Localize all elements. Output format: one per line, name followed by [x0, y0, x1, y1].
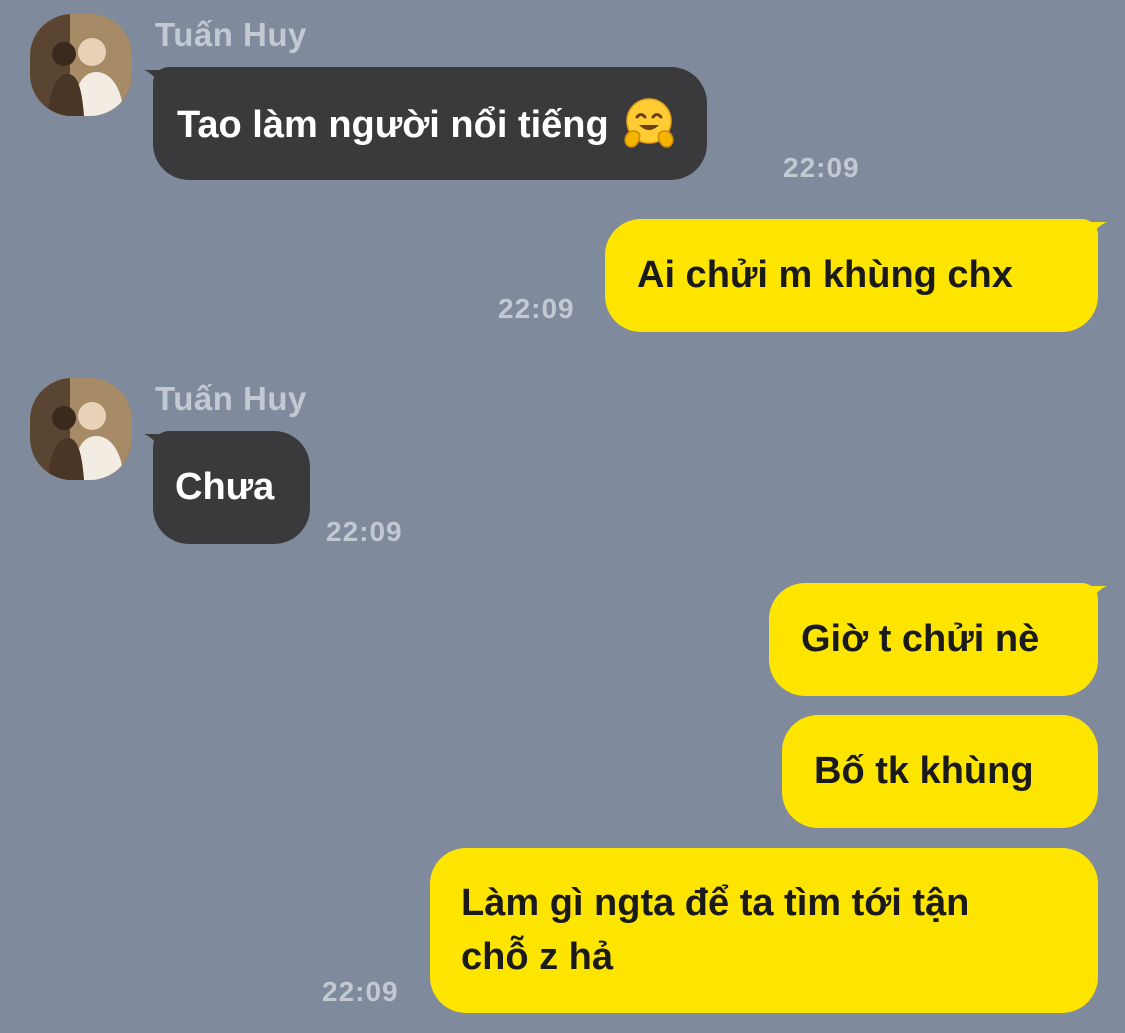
message-bubble-outgoing[interactable]: Giờ t chửi nè [769, 583, 1098, 696]
message-timestamp: 22:09 [322, 976, 399, 1007]
message-bubble-outgoing[interactable]: Ai chửi m khùng chx [605, 219, 1098, 332]
message-timestamp: 22:09 [498, 293, 575, 324]
sender-name: Tuấn Huy [155, 380, 307, 417]
message-bubble-incoming[interactable]: Chưa [153, 431, 310, 544]
message-timestamp: 22:09 [326, 516, 403, 547]
hugging-face-emoji-icon [623, 98, 674, 148]
bubble-tail [1085, 586, 1107, 608]
message-bubble-incoming[interactable]: Tao làm người nổi tiếng [153, 67, 707, 180]
avatar-photo-icon [30, 378, 132, 480]
bubble-tail [1085, 222, 1107, 244]
message-text: Tao làm người nổi tiếng [177, 104, 609, 146]
message-text-line-2: chỗ z hả [461, 936, 614, 978]
avatar-tuan-huy[interactable] [30, 14, 132, 116]
message-text: Bố tk khùng [814, 750, 1034, 792]
message-bubble-outgoing[interactable]: Bố tk khùng [782, 715, 1098, 828]
avatar-photo-icon [30, 14, 132, 116]
message-text-line-1: Làm gì ngta để ta tìm tới tận [461, 882, 970, 924]
message-text: Chưa [175, 466, 275, 508]
message-timestamp: 22:09 [783, 152, 860, 183]
message-text: Giờ t chửi nè [801, 618, 1040, 660]
message-text: Ai chửi m khùng chx [637, 254, 1013, 296]
sender-name: Tuấn Huy [155, 16, 307, 53]
message-bubble-outgoing[interactable]: Làm gì ngta để ta tìm tới tận chỗ z hả [430, 848, 1098, 1013]
avatar-tuan-huy[interactable] [30, 378, 132, 480]
